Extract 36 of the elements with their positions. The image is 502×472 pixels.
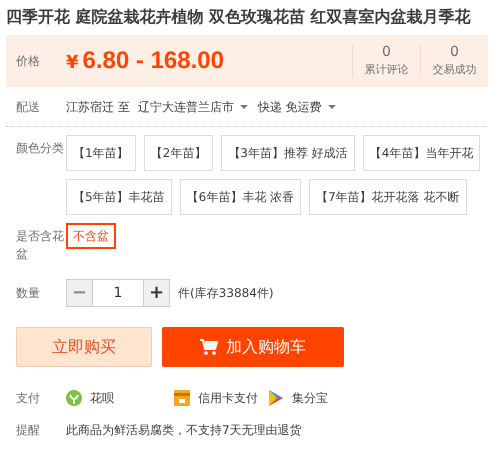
payment-method[interactable]: 花呗 [90, 389, 114, 407]
currency-symbol: ¥ [66, 51, 79, 75]
reminder-label: 提醒 [15, 422, 41, 439]
shipping-dropdown[interactable]: 快递 免运费 [258, 98, 346, 116]
option-chip[interactable]: 【7年苗】花开花落 花不断 [309, 179, 467, 215]
option-chip[interactable]: 【2年苗】 [144, 135, 214, 171]
quantity-label: 数量 [15, 285, 41, 302]
quantity-field[interactable]: 1 [93, 279, 143, 307]
option-label: 颜色分类 [15, 140, 65, 157]
price-label: 价格 [15, 53, 41, 70]
option-chip[interactable]: 【4年苗】当年开花 [362, 135, 480, 171]
stat-count: 0 [381, 44, 392, 61]
destination-dropdown[interactable]: 辽宁大连普兰店市 [138, 98, 258, 116]
delivery-label: 配送 [15, 98, 41, 116]
caret-icon [240, 105, 248, 110]
payment-method[interactable]: 集分宝 [292, 389, 328, 407]
increment-button[interactable]: + [143, 279, 170, 307]
option-chip[interactable]: 【6年苗】丰花 浓香 [180, 179, 302, 215]
stock-text: 件(库存33884件) [178, 285, 274, 302]
stat-count: 0 [449, 44, 460, 61]
play-icon [268, 390, 284, 406]
option-chip[interactable]: 【1年苗】 [66, 135, 136, 171]
price-range: 6.80 - 168.00 [82, 46, 224, 76]
stat-label: 累计评论 [364, 62, 410, 78]
reminder-text: 此商品为鲜活易腐类，不支持7天无理由退货 [66, 422, 302, 439]
cart-icon [200, 339, 218, 355]
delivery-origin: 江苏宿迁 至 [66, 98, 130, 116]
option-chip[interactable]: 【5年苗】丰花苗 [66, 179, 172, 215]
credit-card-icon [174, 390, 190, 406]
product-title: 四季开花 庭院盆栽花卉植物 双色玫瑰花苗 红双喜室内盆栽月季花 [6, 6, 472, 28]
option-label: 是否含花盆 [15, 228, 65, 263]
option-chip[interactable]: 【3年苗】推荐 好成活 [221, 135, 355, 171]
payment-label: 支付 [15, 390, 41, 407]
stat-label: 交易成功 [432, 62, 478, 78]
payment-method[interactable]: 信用卡支付 [198, 389, 258, 407]
caret-icon [328, 105, 336, 110]
